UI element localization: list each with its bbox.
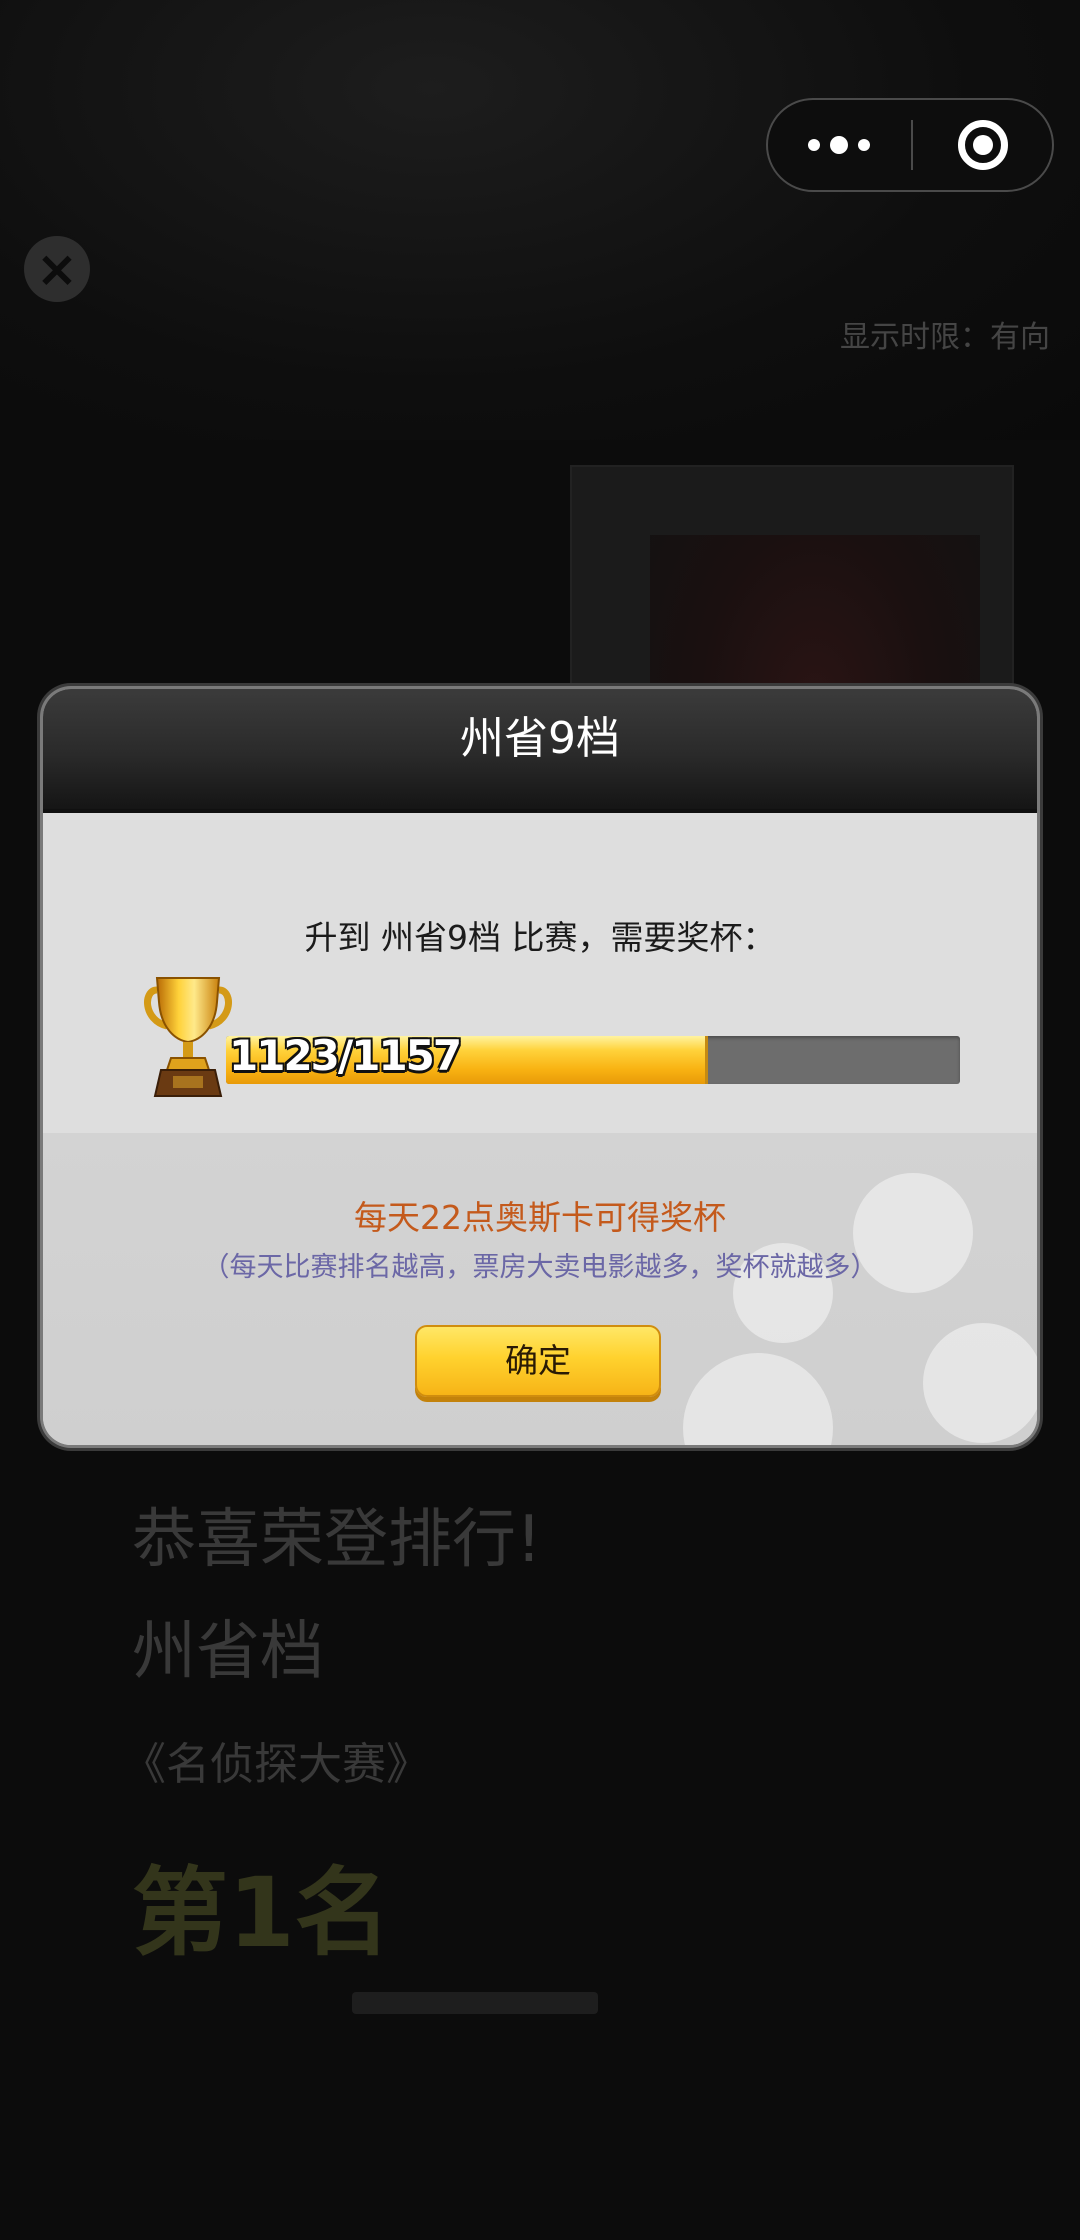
dialog-body-bottom <box>43 1133 1037 1445</box>
background-bar <box>352 1992 598 2014</box>
congrats-title: 恭喜荣登排行! <box>132 1503 542 1577</box>
rank-label: 第1名 <box>132 1857 391 1969</box>
capsule-divider <box>911 120 913 170</box>
trophy-icon <box>144 977 232 1097</box>
contest-name: 《名侦探大赛》 <box>122 1739 430 1790</box>
sub-tip-text: （每天比赛排名越高，票房大卖电影越多，奖杯就越多） <box>202 1252 878 1283</box>
capsule-menu <box>766 98 1054 192</box>
level-label: 州省档 <box>132 1615 324 1689</box>
confirm-button[interactable]: 确定 <box>415 1325 661 1397</box>
close-icon[interactable]: × <box>24 236 90 302</box>
upgrade-dialog: 州省9档 升到 州省9档 比赛，需要奖杯： 1123/1157 每天22点奥斯卡… <box>43 689 1037 1445</box>
tip-text: 每天22点奥斯卡可得奖杯 <box>354 1198 726 1237</box>
background-top <box>0 0 1080 440</box>
more-dots-icon[interactable] <box>768 100 910 190</box>
dialog-header: 州省9档 <box>43 689 1037 813</box>
target-close-icon[interactable] <box>958 120 1008 170</box>
trophy-progress-text: 1123/1157 <box>229 1031 462 1080</box>
background-side-text: 显示时限：有向 <box>840 320 1050 355</box>
dialog-title: 州省9档 <box>460 713 620 764</box>
requirement-text: 升到 州省9档 比赛，需要奖杯： <box>304 918 776 957</box>
